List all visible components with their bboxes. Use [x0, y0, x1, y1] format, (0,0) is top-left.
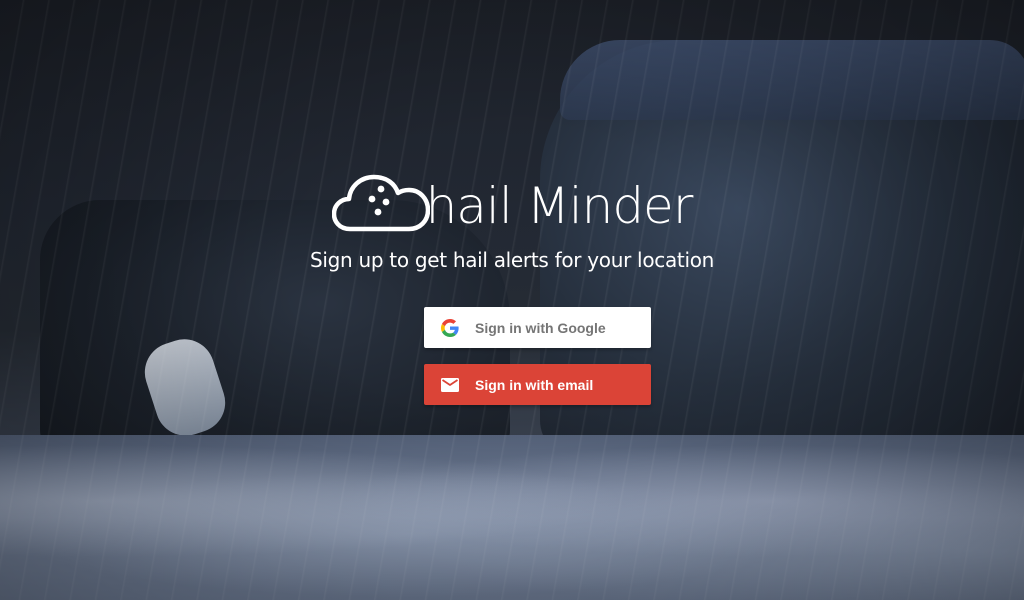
app-name: hail Minder [425, 177, 694, 235]
google-g-icon [441, 318, 459, 337]
sign-in-google-button[interactable]: Sign in with Google [424, 307, 651, 348]
sign-in-google-label: Sign in with Google [475, 319, 606, 336]
background-photo [0, 0, 1024, 600]
tagline: Sign up to get hail alerts for your loca… [309, 248, 715, 272]
sign-in-email-button[interactable]: Sign in with email [424, 364, 651, 405]
background-vignette [0, 0, 1024, 600]
cloud-hail-icon [331, 174, 430, 232]
sign-in-email-label: Sign in with email [475, 376, 594, 393]
login-screen: hail Minder Sign up to get hail alerts f… [0, 0, 1024, 600]
mail-envelope-icon [441, 376, 459, 394]
logo: hail Minder [0, 168, 1024, 238]
